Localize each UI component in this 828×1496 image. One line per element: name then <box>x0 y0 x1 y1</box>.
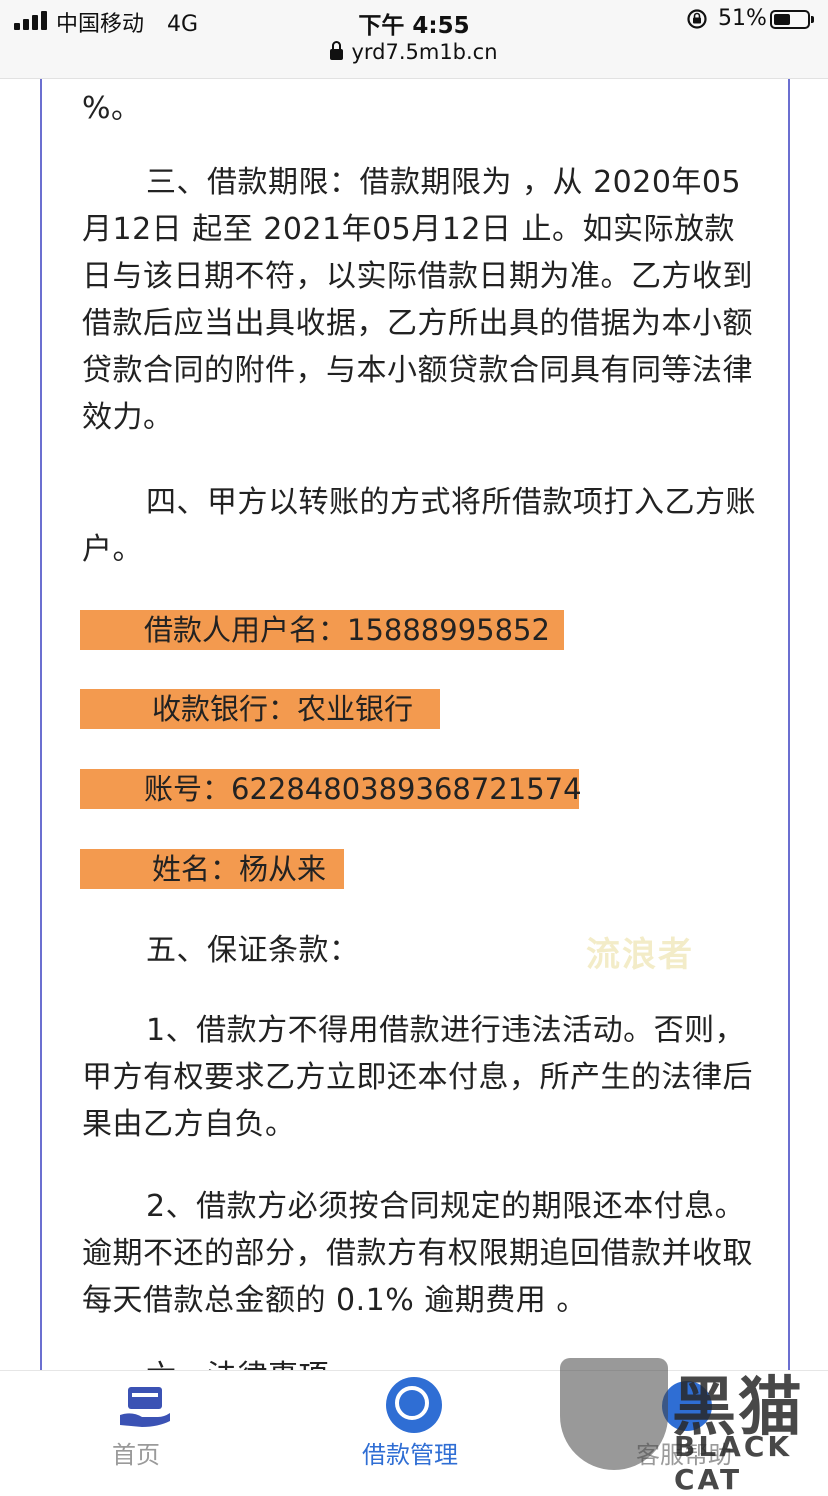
url-text: yrd7.5m1b.cn <box>351 40 498 64</box>
clause-legal-partial: 六、法律事项 <box>82 1353 762 1370</box>
battery-percent: 51% <box>718 6 767 31</box>
address-bar[interactable]: yrd7.5m1b.cn <box>0 40 828 64</box>
tab-home[interactable]: 首页 <box>36 1371 236 1473</box>
lock-icon <box>330 41 344 60</box>
tab-service-label: 客服帮助 <box>636 1441 732 1469</box>
clause-transfer: 四、甲方以转账的方式将所借款项打入乙方账户。 <box>82 485 756 567</box>
watermark-text: 流浪者 <box>586 935 694 975</box>
home-card-icon <box>120 1387 170 1427</box>
tab-customer-service[interactable]: 客服帮助 <box>584 1371 784 1473</box>
rotation-lock-icon <box>687 9 707 29</box>
receiving-bank: 收款银行：农业银行 <box>80 689 440 729</box>
loan-manage-icon <box>386 1377 442 1433</box>
clause-loan-term: 三、借款期限：借款期限为 ，从 2020年05月12日 起至 2021年05月1… <box>82 165 753 435</box>
battery-cap <box>811 16 814 23</box>
previous-clause-fragment: %。 <box>82 91 142 126</box>
account-name: 姓名：杨从来 <box>80 849 344 889</box>
tab-home-label: 首页 <box>112 1441 160 1469</box>
guarantee-item-2: 2、借款方必须按合同规定的期限还本付息。逾期不还的部分，借款方有权限期追回借款并… <box>82 1189 753 1318</box>
tab-loan-label: 借款管理 <box>362 1441 458 1469</box>
bottom-tab-bar: 首页 借款管理 客服帮助 <box>0 1370 828 1473</box>
contract-content[interactable]: %。 三、借款期限：借款期限为 ，从 2020年05月12日 起至 2021年0… <box>40 79 790 1370</box>
tab-loan-management[interactable]: 借款管理 <box>310 1371 510 1473</box>
guarantee-item-1: 1、借款方不得用借款进行违法活动。否则，甲方有权要求乙方立即还本付息，所产生的法… <box>82 1013 753 1142</box>
customer-service-icon <box>662 1381 712 1431</box>
borrower-username: 借款人用户名：15888995852 <box>80 610 564 650</box>
account-number: 账号：6228480389368721574 <box>80 769 582 809</box>
battery-level <box>774 14 790 25</box>
status-bar: 中国移动 4G 下午 4:55 yrd7.5m1b.cn 51% <box>0 0 828 79</box>
battery-icon <box>770 10 810 29</box>
